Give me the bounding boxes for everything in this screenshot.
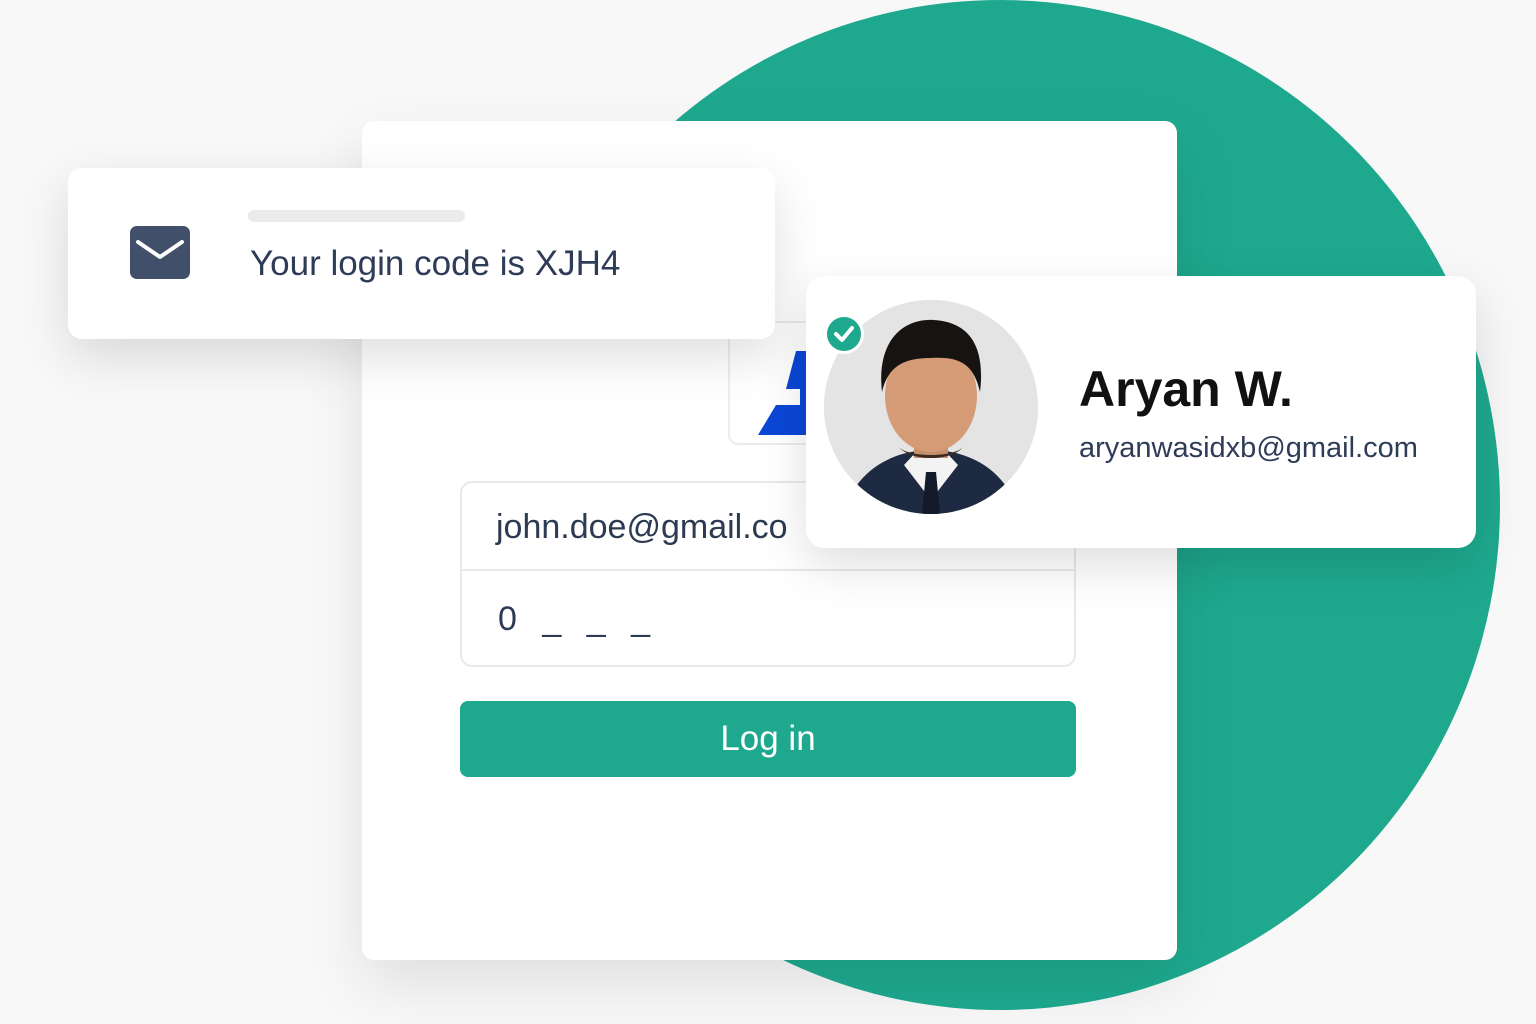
login-code-notification: Your login code is XJH4 — [68, 168, 775, 339]
notification-skeleton-line — [248, 210, 465, 222]
login-code-field[interactable]: 0 _ _ _ — [462, 573, 1074, 665]
profile-card: Aryan W. aryanwasidxb@gmail.com — [806, 276, 1476, 548]
profile-email: aryanwasidxb@gmail.com — [1079, 432, 1418, 464]
mail-icon — [130, 226, 190, 279]
profile-name: Aryan W. — [1079, 361, 1293, 417]
login-button[interactable]: Log in — [460, 701, 1076, 777]
notification-text: Your login code is XJH4 — [250, 244, 621, 283]
verified-check-icon — [824, 314, 864, 354]
